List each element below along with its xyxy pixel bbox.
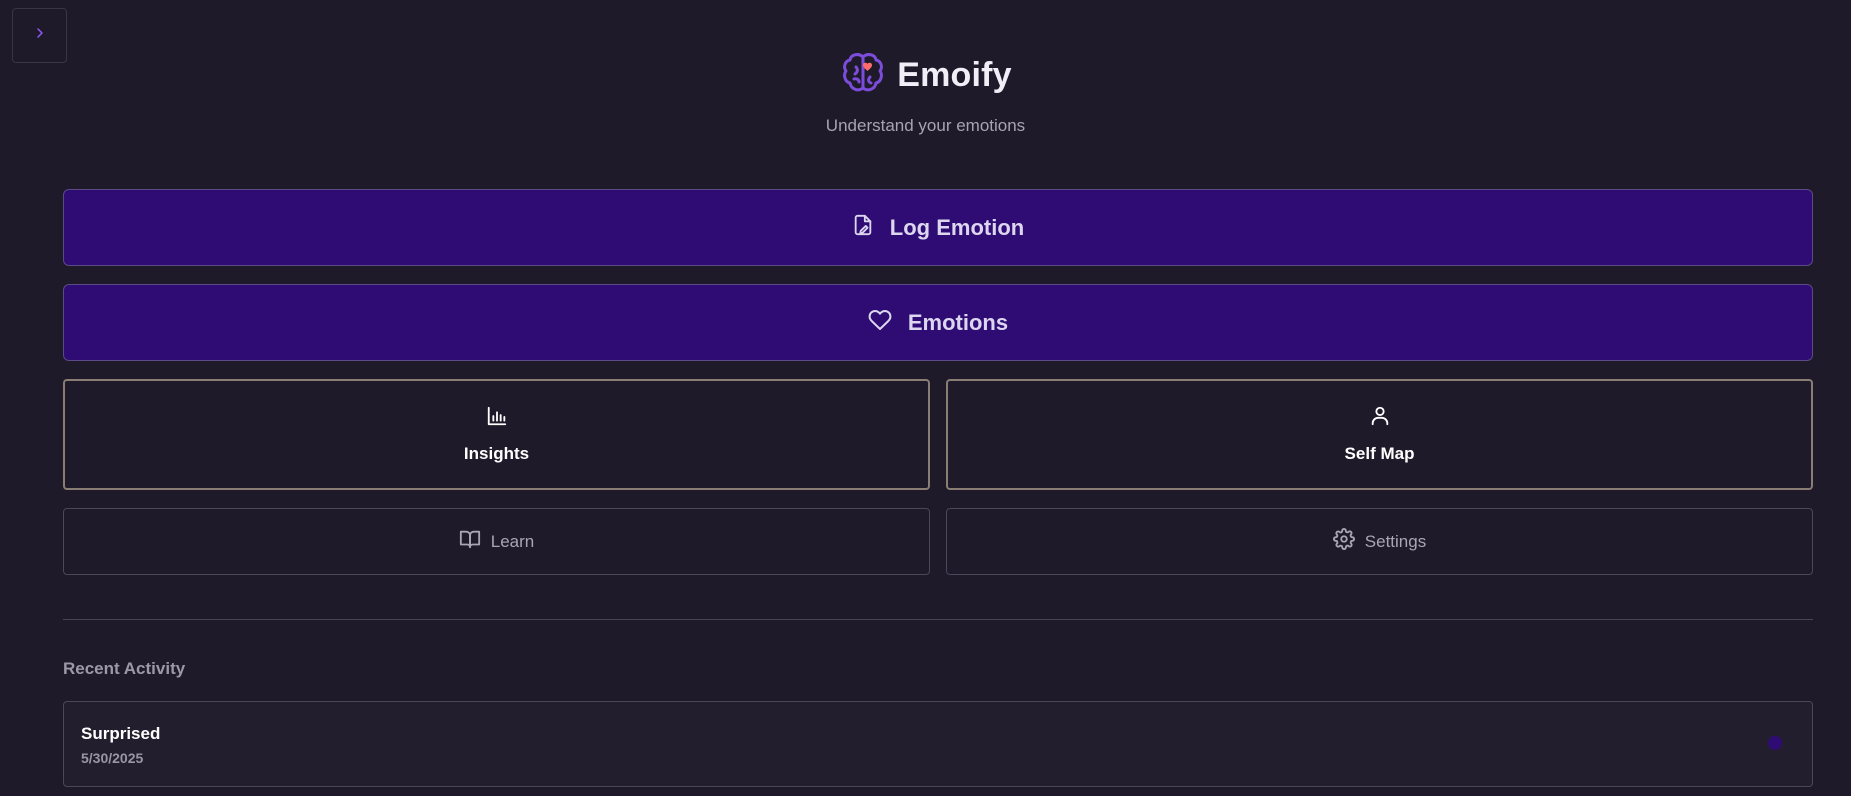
emotions-button[interactable]: Emotions: [63, 284, 1813, 361]
insights-card[interactable]: Insights: [63, 379, 930, 490]
chevron-right-icon: [32, 25, 48, 46]
learn-label: Learn: [490, 531, 535, 551]
recent-activity-title: Recent Activity: [63, 659, 186, 678]
log-emotion-button[interactable]: Log Emotion: [63, 189, 1813, 266]
activity-emotion: Surprised: [81, 724, 161, 743]
log-emotion-label: Log Emotion: [889, 214, 1025, 240]
book-open-icon: [459, 528, 481, 555]
emotions-label: Emotions: [907, 309, 1009, 335]
activity-date: 5/30/2025: [81, 750, 144, 766]
settings-button[interactable]: Settings: [946, 508, 1813, 575]
emotion-color-dot: [1768, 736, 1782, 750]
gear-icon: [1332, 528, 1355, 555]
learn-button[interactable]: Learn: [63, 508, 930, 575]
header: Emoify Understand your emotions: [0, 50, 1851, 136]
activity-item[interactable]: Surprised 5/30/2025: [63, 701, 1813, 787]
divider: [63, 619, 1813, 620]
brain-heart-icon: [839, 49, 887, 102]
heart-icon: [868, 308, 892, 337]
brand: Emoify: [0, 50, 1851, 100]
bar-chart-icon: [486, 405, 508, 432]
settings-label: Settings: [1364, 531, 1427, 551]
user-icon: [1369, 405, 1391, 432]
self-map-card[interactable]: Self Map: [946, 379, 1813, 490]
self-map-label: Self Map: [1344, 444, 1415, 463]
file-edit-icon: [852, 214, 874, 241]
app-title: Emoify: [897, 55, 1012, 94]
insights-label: Insights: [463, 444, 530, 463]
tagline: Understand your emotions: [825, 116, 1026, 135]
